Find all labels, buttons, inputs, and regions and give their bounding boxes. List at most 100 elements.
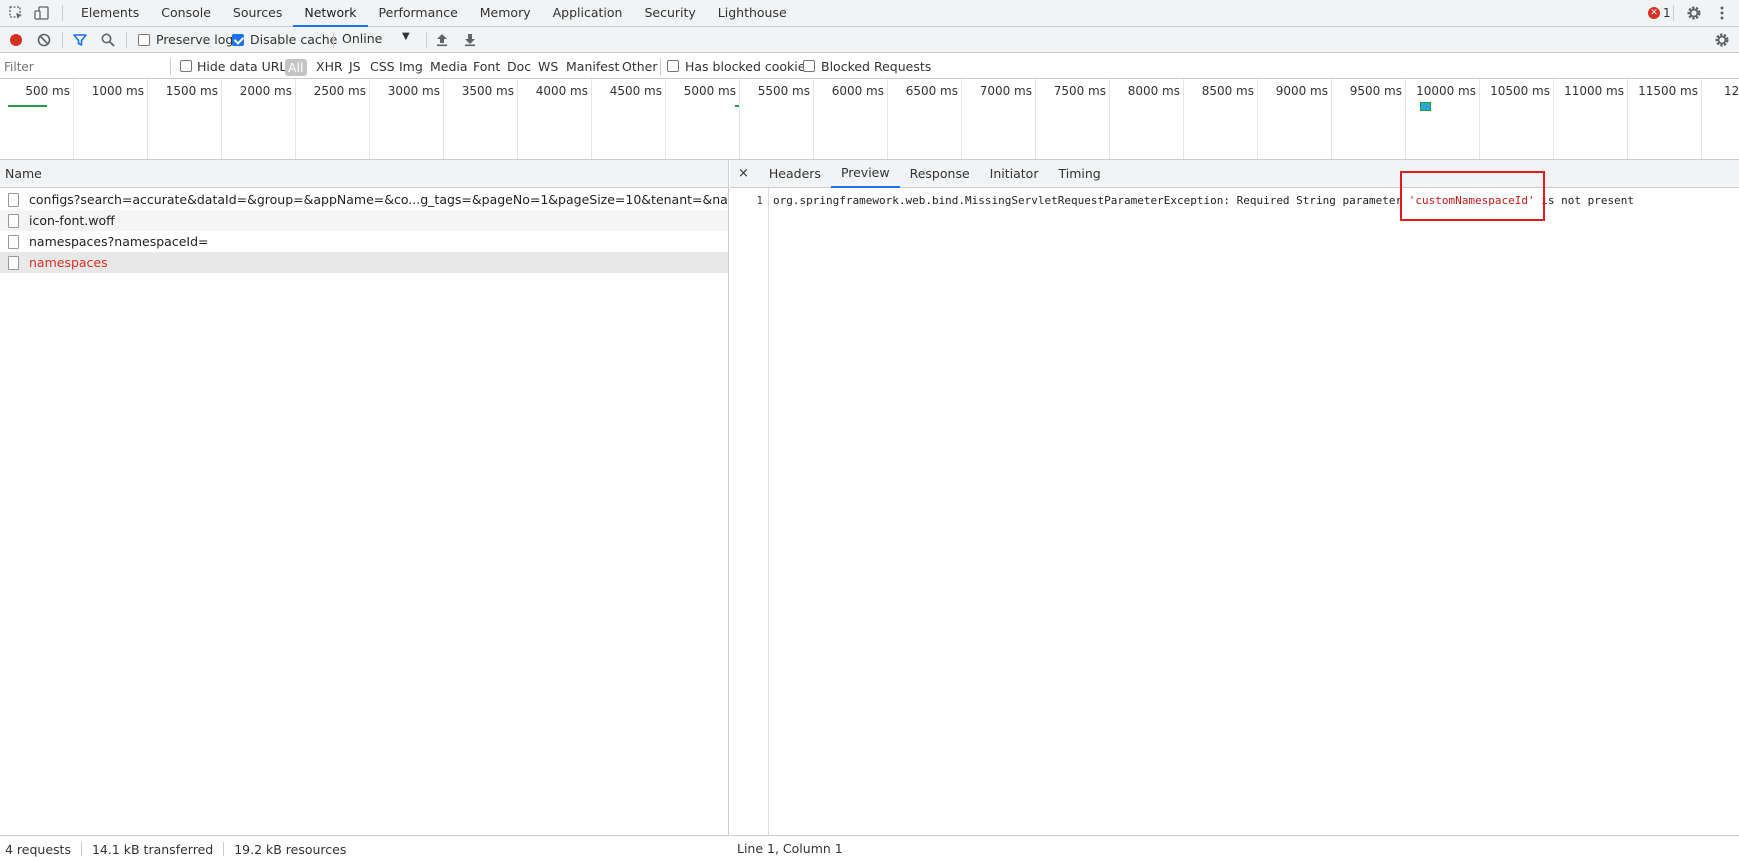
hide-data-urls-label: Hide data URLs [197, 59, 293, 74]
cursor-position-status: Line 1, Column 1 [730, 835, 1739, 862]
settings-gear-icon[interactable] [1686, 5, 1702, 21]
timeline-tick: 9500 ms [1332, 79, 1406, 159]
filter-type-font[interactable]: Font [473, 59, 500, 74]
document-icon [8, 213, 19, 228]
dropdown-arrow-icon: ▼ [402, 31, 410, 42]
hide-data-urls-checkbox[interactable] [180, 60, 192, 72]
separator [62, 32, 63, 48]
request-row[interactable]: configs?search=accurate&dataId=&group=&a… [0, 189, 728, 210]
throttling-select[interactable]: Online ▼ [342, 31, 414, 49]
line-gutter: 1 [730, 188, 769, 835]
preserve-log-checkbox[interactable] [138, 34, 150, 46]
network-toolbar: Preserve log Disable cache Online ▼ [0, 27, 1739, 53]
timeline-tick: 500 ms [0, 79, 74, 159]
filter-type-doc[interactable]: Doc [507, 59, 531, 74]
timeline-tick: 3500 ms [444, 79, 518, 159]
tab-application[interactable]: Application [542, 0, 634, 27]
disable-cache-label: Disable cache [250, 32, 338, 47]
timeline-tick: 1000 ms [74, 79, 148, 159]
has-blocked-cookies-label: Has blocked cookies [685, 59, 812, 74]
preview-code-view[interactable]: 1 org.springframework.web.bind.MissingSe… [730, 188, 1739, 835]
clear-icon[interactable] [36, 32, 52, 48]
tab-elements[interactable]: Elements [70, 0, 150, 27]
column-header-name[interactable]: Name [0, 160, 728, 188]
timeline-tick: 6500 ms [888, 79, 962, 159]
timeline-tick: 8500 ms [1184, 79, 1258, 159]
close-icon[interactable]: × [738, 166, 749, 181]
timeline-tick: 2500 ms [296, 79, 370, 159]
timeline-tick: 5500 ms [740, 79, 814, 159]
has-blocked-cookies-checkbox[interactable] [667, 60, 679, 72]
request-row[interactable]: namespaces?namespaceId= [0, 231, 728, 252]
request-row[interactable]: icon-font.woff [0, 210, 728, 231]
network-settings-gear-icon[interactable] [1714, 32, 1730, 48]
tab-response[interactable]: Response [900, 160, 980, 187]
detail-tabs: × Headers Preview Response Initiator Tim… [730, 160, 1739, 188]
error-counter[interactable]: ✕ 1 [1648, 6, 1671, 20]
more-options-icon[interactable] [1714, 5, 1730, 21]
timeline-overview[interactable]: 500 ms 1000 ms 1500 ms 2000 ms 2500 ms 3… [0, 79, 1739, 160]
code-text: is not present [1534, 194, 1634, 207]
export-har-icon[interactable] [462, 32, 478, 48]
timeline-tick: 1500 ms [148, 79, 222, 159]
timeline-tick: 12... [1724, 84, 1739, 98]
tab-memory[interactable]: Memory [469, 0, 542, 27]
timeline-tick: 6000 ms [814, 79, 888, 159]
tab-network[interactable]: Network [293, 0, 368, 27]
separator [170, 58, 171, 75]
tab-lighthouse[interactable]: Lighthouse [707, 0, 798, 27]
separator [62, 5, 63, 21]
filter-bar: Hide data URLs All XHR JS CSS Img Media … [0, 54, 1739, 79]
filter-type-img[interactable]: Img [399, 59, 423, 74]
filter-type-ws[interactable]: WS [538, 59, 558, 74]
tab-headers[interactable]: Headers [759, 160, 831, 187]
blocked-requests-checkbox[interactable] [803, 60, 815, 72]
inspect-element-icon[interactable] [8, 5, 24, 21]
timeline-tick: 4000 ms [518, 79, 592, 159]
request-count: 4 requests [5, 841, 71, 857]
import-har-icon[interactable] [434, 32, 450, 48]
request-detail-pane: × Headers Preview Response Initiator Tim… [730, 160, 1739, 835]
resources-size: 19.2 kB resources [234, 841, 347, 857]
timeline-tick: 10000 ms [1406, 79, 1480, 159]
request-list: Name configs?search=accurate&dataId=&gro… [0, 160, 729, 836]
tab-sources[interactable]: Sources [222, 0, 293, 27]
filter-type-other[interactable]: Other [622, 59, 658, 74]
timeline-tick: 11500 ms [1628, 79, 1702, 159]
disable-cache-checkbox[interactable] [232, 34, 244, 46]
filter-type-media[interactable]: Media [430, 59, 468, 74]
code-text: org.springframework.web.bind.MissingServ… [773, 194, 1409, 207]
document-icon [8, 192, 19, 207]
tab-performance[interactable]: Performance [368, 0, 469, 27]
tab-console[interactable]: Console [150, 0, 222, 27]
filter-type-css[interactable]: CSS [370, 59, 395, 74]
tab-initiator[interactable]: Initiator [980, 160, 1049, 187]
timeline-tick: 2000 ms [222, 79, 296, 159]
request-name: configs?search=accurate&dataId=&group=&a… [29, 192, 728, 207]
summary-bar: 4 requests 14.1 kB transferred 19.2 kB r… [0, 835, 729, 862]
filter-type-manifest[interactable]: Manifest [566, 59, 619, 74]
filter-icon[interactable] [72, 32, 88, 48]
filter-input[interactable] [4, 57, 164, 76]
tab-security[interactable]: Security [633, 0, 706, 27]
separator [223, 842, 225, 856]
device-toolbar-icon[interactable] [34, 5, 50, 21]
separator [660, 58, 661, 75]
tab-timing[interactable]: Timing [1048, 160, 1110, 187]
separator [126, 32, 127, 48]
document-icon [8, 255, 19, 270]
filter-type-xhr[interactable]: XHR [316, 59, 343, 74]
timeline-tick: 8000 ms [1110, 79, 1184, 159]
timeline-tick: 7000 ms [962, 79, 1036, 159]
document-icon [8, 234, 19, 249]
filter-type-js[interactable]: JS [349, 59, 361, 74]
separator [1673, 5, 1674, 21]
search-icon[interactable] [100, 32, 116, 48]
error-icon: ✕ [1648, 7, 1660, 19]
record-icon[interactable] [8, 32, 24, 48]
throttling-value: Online [342, 31, 383, 46]
tab-preview[interactable]: Preview [830, 159, 900, 188]
filter-type-all[interactable]: All [285, 59, 307, 76]
request-row-selected[interactable]: namespaces [0, 252, 728, 273]
timeline-tick: 9000 ms [1258, 79, 1332, 159]
